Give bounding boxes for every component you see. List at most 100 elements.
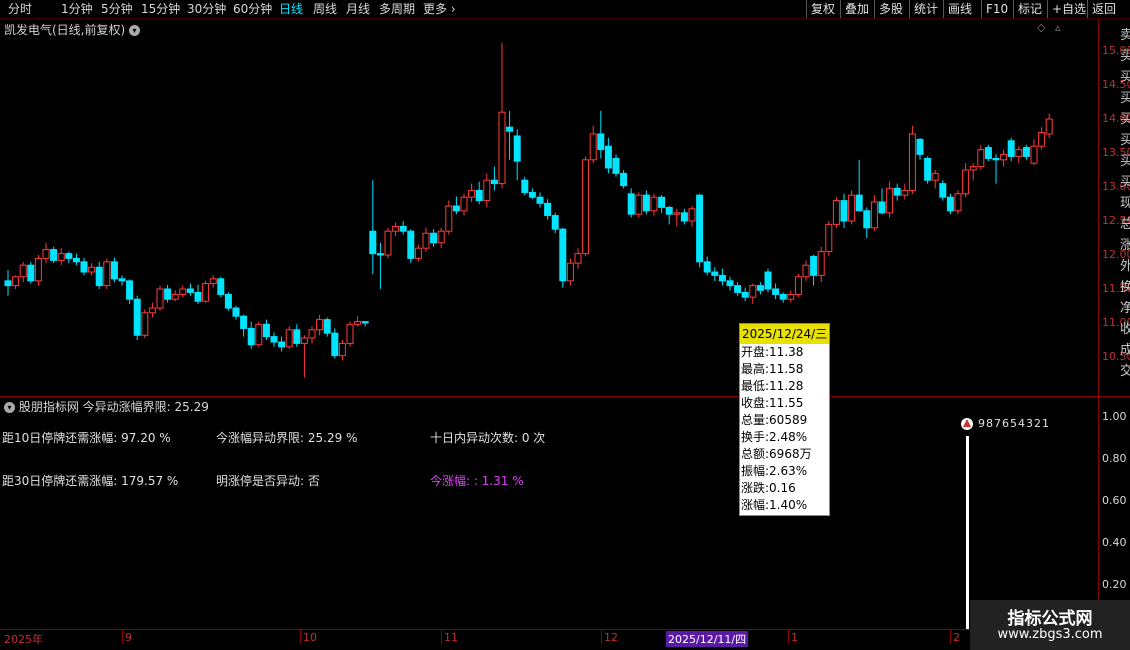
indicator-tick: 0.60	[1102, 494, 1127, 507]
candle	[270, 332, 278, 347]
edge-label: 买	[1120, 154, 1130, 169]
candle-body	[787, 293, 795, 300]
candle-body	[848, 194, 856, 222]
candle-body	[1030, 145, 1038, 164]
indicator-value: 距10日停牌还需涨幅: 97.20 %	[2, 431, 171, 445]
tooltip-turnover: 换手:2.48%	[741, 430, 808, 444]
candle	[946, 193, 954, 215]
candle	[521, 176, 529, 196]
tooltip-open: 开盘:11.38	[741, 345, 804, 359]
candle	[34, 255, 42, 286]
candle	[247, 321, 255, 349]
candle	[278, 336, 286, 352]
candle	[323, 317, 331, 337]
candle-body	[399, 225, 407, 232]
candle-body	[665, 206, 673, 215]
candle	[931, 170, 939, 189]
candle-body	[802, 264, 810, 278]
candle	[19, 261, 27, 283]
candle-body	[247, 327, 255, 346]
candle	[779, 292, 787, 303]
candle-body	[840, 200, 848, 222]
candle	[300, 335, 308, 378]
candle	[338, 340, 346, 361]
candle-body	[817, 251, 825, 276]
tooltip-high: 最高:11.58	[741, 362, 804, 376]
candle-body	[886, 187, 894, 214]
candle	[50, 246, 58, 264]
candle-body	[202, 283, 210, 302]
candle	[262, 319, 270, 340]
indicator-value: 十日内异动次数: 0 次	[430, 431, 546, 445]
candle	[528, 188, 536, 200]
candle-body	[582, 159, 590, 255]
edge-label: 买	[1120, 49, 1130, 64]
candle	[369, 180, 377, 275]
price-axis-line	[1098, 19, 1099, 630]
candle	[110, 257, 118, 283]
candle-body	[164, 288, 172, 300]
candle	[893, 183, 901, 201]
candle-body	[825, 223, 833, 253]
candle-body	[194, 291, 202, 302]
candle	[680, 208, 688, 225]
edge-label: 卖	[1120, 28, 1130, 43]
candle-body	[969, 166, 977, 171]
candle	[148, 302, 156, 318]
candle	[1007, 138, 1015, 162]
candle	[665, 206, 673, 225]
candle-body	[103, 261, 111, 287]
candle	[886, 181, 894, 218]
candle	[544, 199, 552, 220]
tooltip-low: 最低:11.28	[741, 379, 804, 393]
tooltip-amplitude: 振幅:2.63%	[741, 464, 808, 478]
edge-label: 买	[1120, 112, 1130, 127]
candle	[536, 192, 544, 208]
candle-body	[300, 337, 308, 344]
candle	[703, 256, 711, 276]
candle	[650, 193, 658, 216]
candle	[969, 163, 977, 181]
candle	[696, 193, 704, 268]
candle-body	[88, 266, 96, 273]
candle-body	[308, 329, 316, 339]
indicator-header[interactable]: ▾ 股朋指标网 今异动涨幅界限: 25.29	[4, 398, 209, 415]
candle-body	[437, 230, 445, 244]
candle	[901, 183, 909, 200]
candle	[164, 284, 172, 303]
candle	[840, 193, 848, 228]
candle-body	[635, 194, 643, 215]
candle-body	[756, 285, 764, 291]
candle	[1045, 113, 1053, 139]
candle	[118, 275, 126, 286]
candle-body	[224, 293, 232, 309]
panel-divider	[0, 396, 1130, 397]
candle	[954, 190, 962, 215]
candle	[483, 173, 491, 208]
candle-body	[627, 193, 635, 215]
candle	[627, 188, 635, 218]
candle	[490, 166, 498, 191]
candle-body	[984, 147, 992, 159]
candle-body	[430, 232, 438, 244]
candle-body	[1007, 140, 1015, 157]
candle	[506, 110, 514, 160]
candle	[977, 144, 985, 170]
edge-label: 总	[1120, 217, 1130, 232]
candle	[468, 183, 476, 202]
candle	[141, 309, 149, 338]
candlestick-series	[4, 42, 1053, 378]
signal-digits: 987654321	[978, 417, 1050, 430]
candle	[863, 207, 871, 238]
candle-body	[1045, 118, 1053, 135]
chevron-down-icon[interactable]: ▾	[4, 402, 15, 413]
candle	[232, 306, 240, 320]
candle-body	[521, 179, 529, 193]
candle	[794, 274, 802, 298]
candle	[179, 285, 187, 298]
candle-body	[878, 201, 886, 214]
edge-label: 现	[1120, 196, 1130, 211]
candle	[718, 268, 726, 286]
candle-body	[718, 274, 726, 282]
edge-label: 交	[1120, 364, 1130, 379]
